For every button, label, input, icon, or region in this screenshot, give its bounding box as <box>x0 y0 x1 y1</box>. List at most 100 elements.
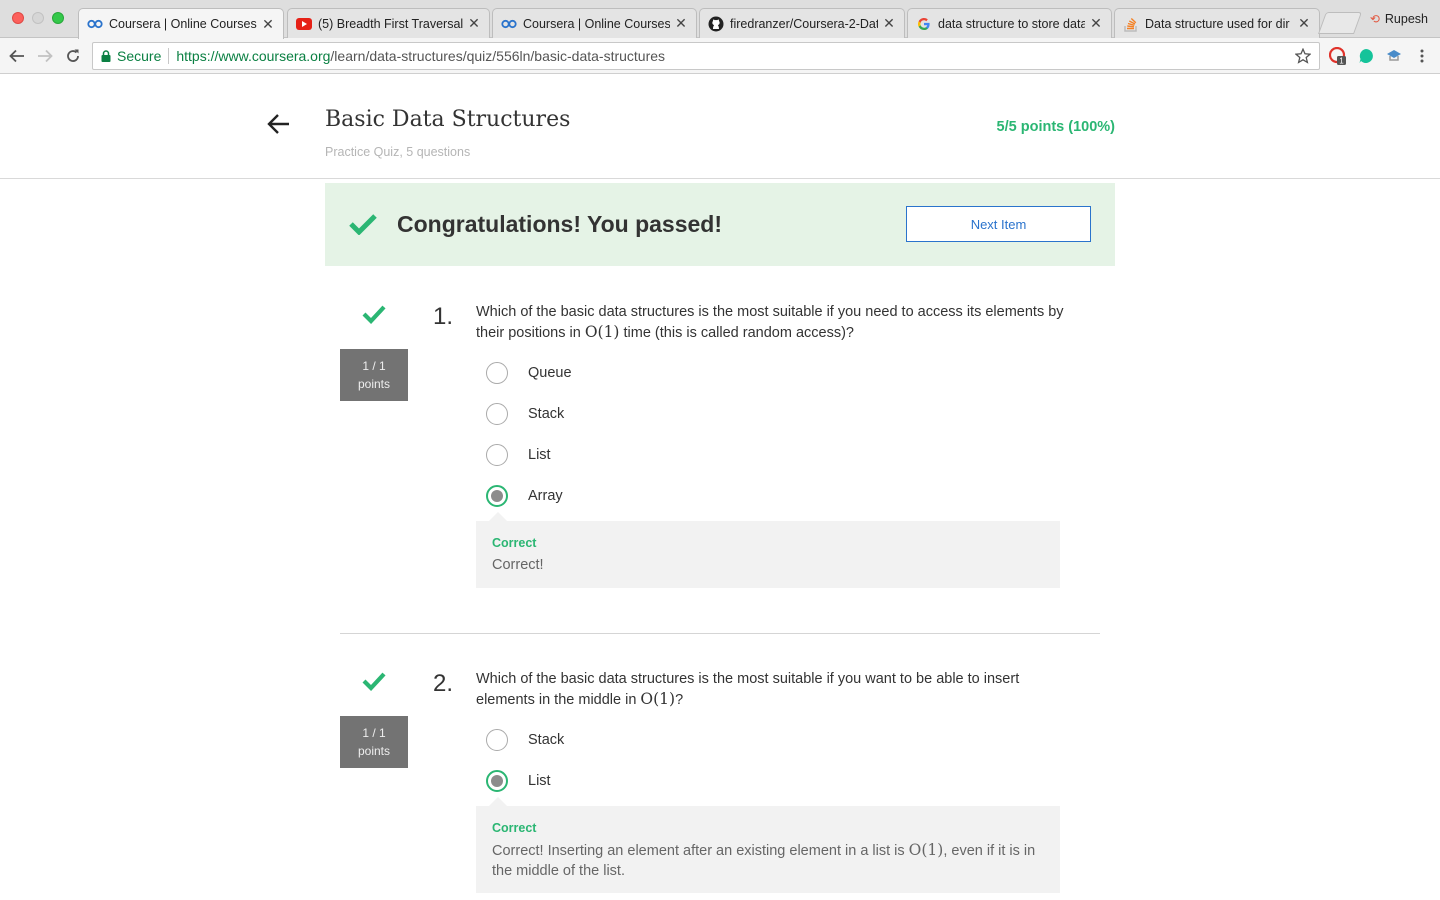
feedback-text: Correct! Inserting an element after an e… <box>492 840 1044 881</box>
answer-option[interactable]: Queue <box>486 361 572 385</box>
back-button[interactable] <box>6 45 28 67</box>
close-tab-icon[interactable]: ✕ <box>674 15 688 32</box>
points-label: points <box>357 377 391 391</box>
question-text-part: Which of the basic data structures is th… <box>476 671 1020 708</box>
coursera-icon <box>87 16 103 32</box>
answer-option-selected[interactable]: List <box>486 769 551 793</box>
points-value: 1 / 1 <box>362 726 386 740</box>
reload-button[interactable] <box>62 45 84 67</box>
math-expression: O(1) <box>908 841 944 859</box>
radio-button[interactable] <box>486 362 508 384</box>
option-label: List <box>528 447 551 463</box>
feedback-text-part: Correct! Inserting an element after an e… <box>492 843 909 859</box>
math-expression: O(1) <box>584 323 620 341</box>
new-tab-button[interactable] <box>1317 12 1363 34</box>
coursera-icon <box>501 16 517 32</box>
answer-option[interactable]: Stack <box>486 402 564 426</box>
points-badge: 1 / 1 points <box>340 349 408 401</box>
address-bar[interactable]: Secure https://www.coursera.org/learn/da… <box>92 42 1320 70</box>
radio-button-selected[interactable] <box>486 770 508 792</box>
question-divider <box>340 633 1100 634</box>
question-text: Which of the basic data structures is th… <box>476 669 1076 710</box>
back-arrow-icon[interactable] <box>266 112 292 136</box>
question-number: 2. <box>433 670 454 697</box>
close-tab-icon[interactable]: ✕ <box>261 16 275 33</box>
browser-tab[interactable]: (5) Breadth First Traversal ✕ <box>287 8 490 38</box>
check-icon <box>362 304 386 329</box>
github-icon <box>708 16 724 32</box>
extension-icon[interactable] <box>1385 47 1403 65</box>
radio-button[interactable] <box>486 729 508 751</box>
tab-title: data structure to store data <box>938 16 1085 31</box>
feedback-label: Correct <box>492 536 537 550</box>
maximize-window-button[interactable] <box>52 12 64 24</box>
tab-title: (5) Breadth First Traversal <box>318 16 463 31</box>
reload-icon <box>67 49 79 62</box>
minimize-window-button[interactable] <box>32 12 44 24</box>
pass-message: Congratulations! You passed! <box>397 211 723 237</box>
browser-tab[interactable]: Data structure used for dir ✕ <box>1114 8 1320 38</box>
forward-button[interactable] <box>34 45 56 67</box>
radio-button[interactable] <box>486 444 508 466</box>
option-label: Stack <box>528 732 565 748</box>
browser-tab[interactable]: data structure to store data ✕ <box>907 8 1112 38</box>
feedback-box: Correct Correct! Inserting an element af… <box>476 797 1060 893</box>
answer-option[interactable]: List <box>486 443 551 467</box>
close-tab-icon[interactable]: ✕ <box>467 15 481 32</box>
answer-option[interactable]: Stack <box>486 728 564 752</box>
question-2: 1 / 1 points 2. Which of the basic data … <box>340 667 1100 900</box>
more-menu-icon[interactable] <box>1413 47 1431 65</box>
radio-button-selected[interactable] <box>486 485 508 507</box>
question-text: Which of the basic data structures is th… <box>476 302 1076 343</box>
answer-option-selected[interactable]: Array <box>486 484 563 508</box>
feedback-text: Correct! <box>492 557 544 573</box>
question-1: 1 / 1 points 1. Which of the basic data … <box>340 300 1100 600</box>
page-title: Basic Data Structures <box>325 107 571 132</box>
tab-title: Coursera | Online Courses <box>109 17 257 31</box>
pass-banner: Congratulations! You passed! Next Item <box>325 183 1115 266</box>
option-label: Stack <box>528 406 565 422</box>
bookmark-star-icon[interactable] <box>1294 47 1312 67</box>
option-label: Array <box>528 488 563 504</box>
back-arrow-icon <box>9 49 24 63</box>
tab-title: Coursera | Online Courses <box>523 16 670 31</box>
stackoverflow-icon <box>1123 16 1139 32</box>
next-item-button[interactable]: Next Item <box>906 206 1091 242</box>
url-path: /learn/data-structures/quiz/556ln/basic-… <box>330 48 666 64</box>
browser-tab-strip: Coursera | Online Courses ✕ (5) Breadth … <box>0 0 1440 39</box>
forward-arrow-icon <box>38 49 53 63</box>
browser-toolbar: Secure https://www.coursera.org/learn/da… <box>0 38 1440 74</box>
google-icon <box>916 16 932 32</box>
close-tab-icon[interactable]: ✕ <box>1089 15 1103 32</box>
extension-badge-icon[interactable]: 1 <box>1329 47 1347 65</box>
browser-tab[interactable]: firedranzer/Coursera-2-Dat ✕ <box>699 8 905 38</box>
option-label: List <box>528 773 551 789</box>
points-value: 1 / 1 <box>362 359 386 373</box>
lock-icon <box>101 50 111 62</box>
option-label: Queue <box>528 365 572 381</box>
close-window-button[interactable] <box>12 12 24 24</box>
radio-button[interactable] <box>486 403 508 425</box>
points-badge: 1 / 1 points <box>340 716 408 768</box>
profile-button[interactable]: ⟲ Rupesh <box>1370 12 1428 26</box>
grammarly-icon[interactable] <box>1357 47 1375 65</box>
url-host: https://www.coursera.org <box>176 48 331 64</box>
close-tab-icon[interactable]: ✕ <box>882 15 896 32</box>
check-icon <box>362 671 386 696</box>
close-tab-icon[interactable]: ✕ <box>1297 15 1311 32</box>
question-text-part: ? <box>675 692 684 708</box>
browser-tab[interactable]: Coursera | Online Courses ✕ <box>492 8 697 38</box>
score-summary: 5/5 points (100%) <box>996 119 1115 135</box>
svg-text:1: 1 <box>1339 57 1344 66</box>
tab-title: Data structure used for dir <box>1145 16 1290 31</box>
youtube-icon <box>296 16 312 32</box>
sync-icon: ⟲ <box>1369 12 1380 26</box>
secure-label: Secure <box>117 48 162 64</box>
browser-tab[interactable]: Coursera | Online Courses ✕ <box>78 8 284 39</box>
page-subtitle: Practice Quiz, 5 questions <box>325 145 471 159</box>
feedback-box: Correct Correct! <box>476 512 1060 588</box>
quiz-header: Basic Data Structures Practice Quiz, 5 q… <box>0 74 1440 179</box>
math-expression: O(1) <box>640 690 676 708</box>
address-separator <box>168 48 170 64</box>
tab-title: firedranzer/Coursera-2-Dat <box>730 16 878 31</box>
